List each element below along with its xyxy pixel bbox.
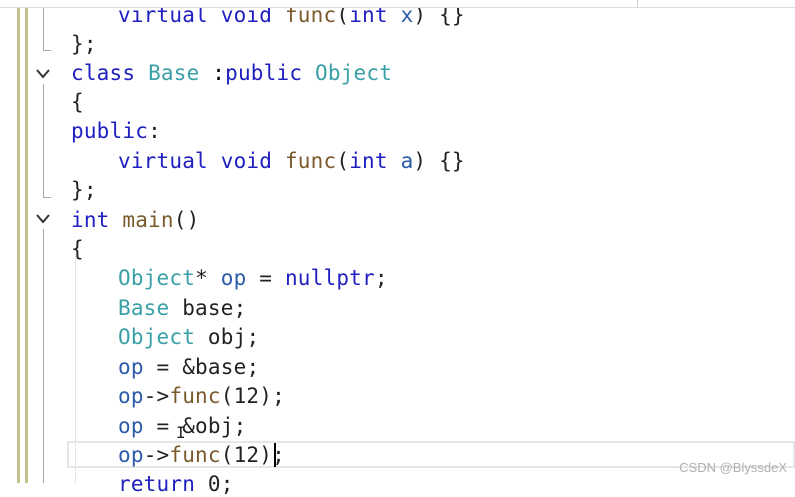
code-token: op bbox=[118, 384, 144, 408]
code-line[interactable]: op->func(12); bbox=[118, 383, 285, 409]
code-token: -> bbox=[143, 384, 170, 408]
code-token: ; bbox=[246, 355, 260, 379]
navigation-bar-divider bbox=[637, 0, 638, 7]
editor-navigation-bar bbox=[0, 0, 795, 8]
code-token: op bbox=[118, 443, 144, 467]
i-beam-cursor-icon: I bbox=[176, 423, 186, 442]
code-token: virtual bbox=[118, 149, 208, 173]
code-line[interactable]: Object* op = nullptr; bbox=[118, 265, 388, 291]
code-token: func bbox=[169, 384, 221, 408]
code-token: Object bbox=[118, 266, 196, 290]
code-token: &obj bbox=[182, 414, 234, 438]
code-token: void bbox=[220, 149, 273, 173]
code-token: ; bbox=[233, 296, 247, 320]
code-token: obj bbox=[207, 325, 247, 349]
code-line[interactable]: public: bbox=[71, 118, 161, 144]
code-token: a bbox=[400, 149, 414, 173]
code-line[interactable]: int main() bbox=[71, 207, 199, 233]
code-token: main bbox=[122, 208, 174, 232]
code-line[interactable]: }; bbox=[71, 177, 97, 203]
code-token: func bbox=[284, 149, 337, 173]
change-tracking-bar-secondary bbox=[25, 0, 28, 483]
watermark: CSDN @BlyssdeX bbox=[679, 460, 787, 475]
code-token: }; bbox=[71, 32, 97, 56]
code-token: : bbox=[199, 61, 226, 85]
code-token: public bbox=[71, 119, 149, 143]
code-token: ; bbox=[233, 414, 247, 438]
code-token: }; bbox=[71, 178, 97, 202]
fold-region-line bbox=[43, 84, 44, 197]
code-token: ; bbox=[246, 325, 260, 349]
code-token: return bbox=[118, 472, 196, 496]
code-token: * bbox=[195, 266, 221, 290]
code-token: { bbox=[71, 90, 84, 114]
code-token: = bbox=[246, 266, 285, 290]
code-line[interactable]: { bbox=[71, 236, 84, 262]
code-token: op bbox=[118, 355, 144, 379]
fold-region-end bbox=[43, 197, 51, 198]
code-token: class bbox=[71, 61, 136, 85]
code-line[interactable]: class Base :public Object bbox=[71, 60, 392, 86]
chevron-down-icon bbox=[36, 69, 50, 79]
fold-region-end bbox=[43, 50, 51, 51]
code-line[interactable]: op = &base; bbox=[118, 354, 259, 380]
code-line[interactable]: Base base; bbox=[118, 295, 246, 321]
code-token: nullptr bbox=[284, 266, 375, 290]
code-token: () bbox=[173, 208, 200, 232]
code-token: 0; bbox=[207, 472, 234, 496]
code-token: ; bbox=[374, 266, 388, 290]
code-line[interactable]: op->func(12); bbox=[118, 442, 285, 468]
code-line[interactable]: virtual void func(int a) {} bbox=[118, 148, 465, 174]
fold-toggle-main[interactable] bbox=[35, 213, 52, 225]
code-line[interactable]: { bbox=[71, 89, 84, 115]
code-token: public bbox=[225, 61, 303, 85]
code-token: -> bbox=[143, 443, 170, 467]
code-token: ( bbox=[336, 149, 350, 173]
code-token: : bbox=[148, 119, 161, 143]
code-line[interactable]: }; bbox=[71, 31, 97, 57]
code-token: { bbox=[71, 237, 84, 261]
code-token: Object bbox=[118, 325, 196, 349]
code-token: func bbox=[169, 443, 221, 467]
code-token: Object bbox=[315, 61, 393, 85]
code-token: op bbox=[220, 266, 247, 290]
code-line[interactable]: return 0; bbox=[118, 471, 234, 497]
chevron-down-icon bbox=[36, 214, 50, 224]
fold-region-line bbox=[43, 229, 44, 483]
change-tracking-bar bbox=[17, 0, 20, 483]
code-token: base bbox=[182, 296, 234, 320]
text-caret bbox=[274, 443, 276, 467]
code-line[interactable]: Object obj; bbox=[118, 324, 259, 350]
code-token: Base bbox=[118, 296, 170, 320]
code-token: int bbox=[349, 149, 388, 173]
code-token: op bbox=[118, 414, 144, 438]
code-token: = bbox=[143, 355, 183, 379]
code-token: (12); bbox=[220, 384, 285, 408]
code-token: &base bbox=[182, 355, 247, 379]
fold-toggle-class-base[interactable] bbox=[35, 68, 52, 80]
code-token: Base bbox=[148, 61, 200, 85]
code-token: int bbox=[71, 208, 110, 232]
code-token: ) {} bbox=[413, 149, 465, 173]
